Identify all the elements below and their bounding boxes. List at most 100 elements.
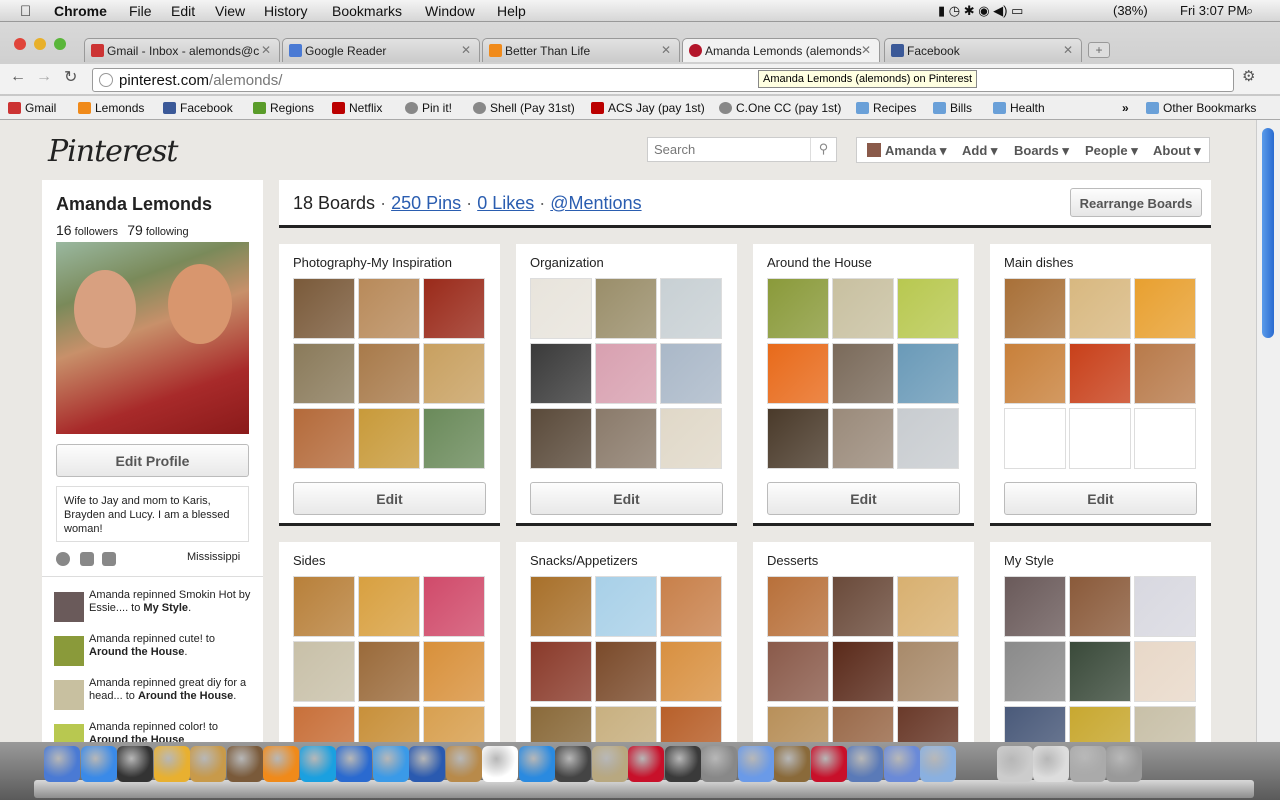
board-thumbnail[interactable] (767, 278, 829, 339)
page-scrollbar[interactable] (1256, 120, 1280, 742)
activity-thumb[interactable] (54, 680, 84, 710)
board-thumbnail[interactable] (595, 706, 657, 742)
minimize-window-icon[interactable] (34, 38, 46, 50)
board-thumbnail[interactable] (1004, 343, 1066, 404)
dock-app-icon[interactable] (117, 746, 153, 782)
bookmark-folder-bills[interactable]: Bills (933, 101, 972, 115)
board-title[interactable]: Around the House (767, 255, 872, 270)
nav-about[interactable]: About ▾ (1153, 143, 1201, 159)
close-tab-icon[interactable]: ✕ (1063, 43, 1073, 57)
board-thumbnail[interactable] (423, 576, 485, 637)
board-thumbnail[interactable] (293, 641, 355, 702)
spotlight-icon[interactable]: ⌕ (1246, 3, 1253, 19)
bookmark-folder-health[interactable]: Health (993, 101, 1045, 115)
dock-app-icon[interactable] (1033, 746, 1069, 782)
dock-app-icon[interactable] (555, 746, 591, 782)
board-thumbnail[interactable] (1069, 278, 1131, 339)
status-icons[interactable]: ▮ ◷ ✱ ◉ ◀) ▭ (938, 3, 1023, 19)
board-thumbnail[interactable] (293, 343, 355, 404)
board-card[interactable]: Around the House Edit (753, 244, 974, 526)
dock-app-icon[interactable] (664, 746, 701, 782)
dock-app-icon[interactable] (153, 746, 190, 782)
dock-app-icon[interactable] (737, 746, 774, 782)
following-count[interactable]: 79 (127, 222, 143, 238)
bookmark-gmail[interactable]: Gmail (8, 101, 56, 115)
search-icon[interactable]: ⚲ (810, 138, 836, 161)
pinterest-logo[interactable]: Pinterest (48, 134, 178, 169)
board-thumbnail[interactable] (1069, 641, 1131, 702)
board-thumbnail[interactable] (660, 278, 722, 339)
close-window-icon[interactable] (14, 38, 26, 50)
bookmark-shell[interactable]: Shell (Pay 31st) (473, 101, 575, 115)
board-thumbnail[interactable] (423, 641, 485, 702)
pins-link[interactable]: 250 Pins (391, 193, 461, 213)
board-thumbnail[interactable] (832, 408, 894, 469)
board-thumbnail[interactable] (1134, 576, 1196, 637)
board-edit-button[interactable]: Edit (530, 482, 723, 515)
board-thumbnail[interactable] (293, 278, 355, 339)
bookmark-folder-other[interactable]: Other Bookmarks (1146, 101, 1256, 115)
board-thumbnail[interactable] (897, 343, 959, 404)
nav-add[interactable]: Add ▾ (962, 143, 997, 159)
board-thumbnail[interactable] (423, 706, 485, 742)
activity-thumb[interactable] (54, 724, 84, 742)
board-edit-button[interactable]: Edit (1004, 482, 1197, 515)
menu-help[interactable]: Help (497, 3, 526, 19)
likes-link[interactable]: 0 Likes (477, 193, 534, 213)
board-thumbnail[interactable] (595, 343, 657, 404)
board-thumbnail[interactable] (660, 576, 722, 637)
board-thumbnail[interactable] (595, 278, 657, 339)
board-thumbnail[interactable] (358, 706, 420, 742)
followers-count[interactable]: 16 (56, 222, 72, 238)
dock-app-icon[interactable] (336, 746, 372, 782)
board-title[interactable]: Main dishes (1004, 255, 1073, 270)
board-thumbnail[interactable] (660, 706, 722, 742)
dock-app-icon[interactable] (518, 746, 555, 782)
activity-board-link[interactable]: Around the House (89, 734, 184, 742)
menu-window[interactable]: Window (425, 3, 475, 19)
dock-app-icon[interactable] (445, 746, 482, 782)
dock-app-icon[interactable] (810, 746, 847, 782)
board-card[interactable]: My StyleEdit (990, 542, 1211, 742)
board-thumbnail[interactable] (767, 641, 829, 702)
menu-view[interactable]: View (215, 3, 245, 19)
tab-facebook[interactable]: Facebook ✕ (884, 38, 1082, 62)
close-tab-icon[interactable]: ✕ (661, 43, 671, 57)
board-thumbnail[interactable] (832, 278, 894, 339)
board-thumbnail[interactable] (358, 408, 420, 469)
wrench-icon[interactable]: ⚙ (1242, 67, 1255, 85)
tab-google-reader[interactable]: Google Reader ✕ (282, 38, 480, 62)
menu-edit[interactable]: Edit (171, 3, 195, 19)
tab-better-than-life[interactable]: Better Than Life ✕ (482, 38, 680, 62)
activity-board-link[interactable]: Around the House (138, 690, 233, 702)
bookmark-pin-it[interactable]: Pin it! (405, 101, 452, 115)
search-input[interactable]: Search ⚲ (647, 137, 837, 162)
board-thumbnail[interactable] (1004, 641, 1066, 702)
tab-pinterest[interactable]: Amanda Lemonds (alemonds ✕ (682, 38, 880, 62)
board-thumbnail[interactable] (530, 343, 592, 404)
dock-app-icon[interactable] (190, 746, 226, 782)
dock-app-icon[interactable] (774, 746, 810, 782)
board-thumbnail[interactable] (1134, 706, 1196, 742)
followers-label[interactable]: followers (75, 226, 118, 238)
board-thumbnail[interactable] (595, 408, 657, 469)
board-thumbnail[interactable] (767, 343, 829, 404)
board-thumbnail[interactable] (897, 278, 959, 339)
board-thumbnail[interactable] (595, 641, 657, 702)
board-thumbnail[interactable] (1004, 278, 1066, 339)
dock-app-icon[interactable] (44, 746, 80, 782)
board-card[interactable]: DessertsEdit (753, 542, 974, 742)
board-card[interactable]: SidesEdit (279, 542, 500, 742)
dock-app-icon[interactable] (1106, 746, 1142, 782)
bookmark-folder-recipes[interactable]: Recipes (856, 101, 916, 115)
forward-icon[interactable]: → (36, 68, 52, 86)
board-title[interactable]: Desserts (767, 553, 818, 568)
board-thumbnail[interactable] (897, 576, 959, 637)
board-thumbnail[interactable] (293, 576, 355, 637)
close-tab-icon[interactable]: ✕ (461, 43, 471, 57)
board-edit-button[interactable]: Edit (767, 482, 960, 515)
board-thumbnail[interactable] (1134, 641, 1196, 702)
board-thumbnail[interactable] (1069, 576, 1131, 637)
twitter-link-icon[interactable] (80, 552, 94, 566)
board-title[interactable]: Photography-My Inspiration (293, 255, 452, 270)
